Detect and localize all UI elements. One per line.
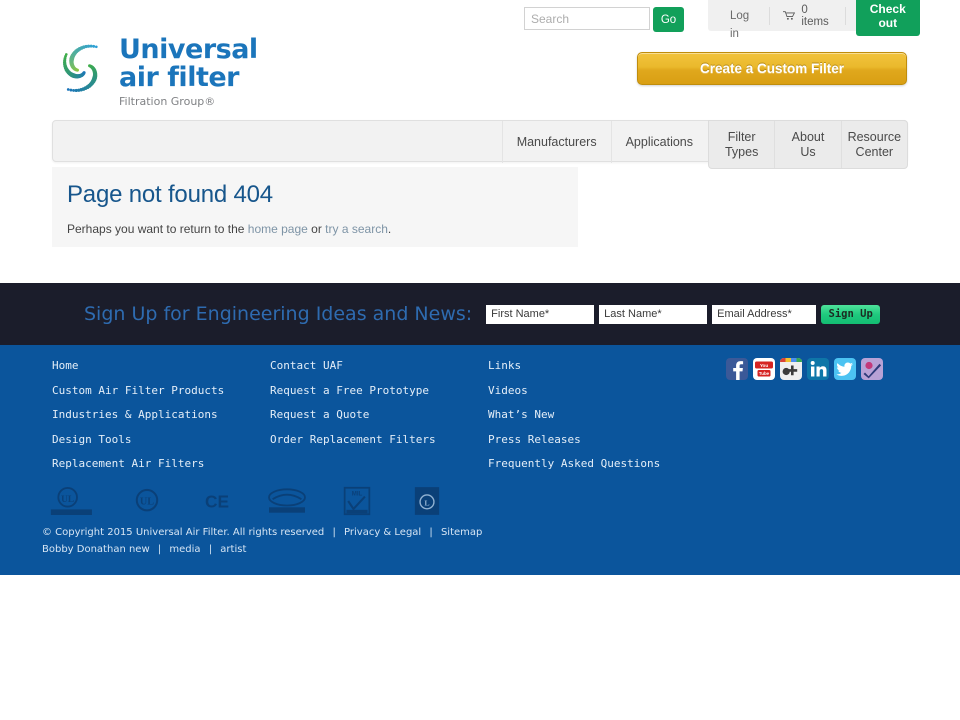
ce-mark-icon: CE xyxy=(182,482,252,520)
logo-line-2: air filter xyxy=(119,62,239,93)
page-title: Page not found 404 xyxy=(67,181,273,208)
footer-link-design-tools[interactable]: Design Tools xyxy=(52,433,270,446)
newsletter-form: Sign Up xyxy=(486,304,881,324)
cart-icon xyxy=(783,11,796,20)
nafa-icon xyxy=(252,482,322,520)
copyright-text: © Copyright 2015 Universal Air Filter. A… xyxy=(42,527,325,538)
footer-column-3: Links Videos What’s New Press Releases F… xyxy=(488,359,706,482)
footer-link-free-prototype[interactable]: Request a Free Prototype xyxy=(270,384,488,397)
mil-spec-icon: MIL xyxy=(322,482,392,520)
main-content-panel: Page not found 404 Perhaps you want to r… xyxy=(52,167,578,247)
login-link[interactable]: Log in xyxy=(716,6,771,40)
footer-link-contact[interactable]: Contact UAF xyxy=(270,359,488,372)
ul-listed-icon: UL xyxy=(112,482,182,520)
nav-item-manufacturers[interactable]: Manufacturers xyxy=(501,121,611,163)
footer-link-replacement[interactable]: Replacement Air Filters xyxy=(52,457,270,470)
legal-separator-1: | xyxy=(332,527,336,538)
svg-text:CE: CE xyxy=(205,491,229,511)
email-input[interactable] xyxy=(712,304,817,324)
nav-item-filter-types[interactable]: Filter Types xyxy=(709,121,774,168)
footer-link-industries[interactable]: Industries & Applications xyxy=(52,408,270,421)
sitemap-link[interactable]: Sitemap xyxy=(441,527,482,538)
last-name-input[interactable] xyxy=(599,304,708,324)
googleplus-icon[interactable] xyxy=(780,358,802,380)
footer-link-request-quote[interactable]: Request a Quote xyxy=(270,408,488,421)
account-bar: Log in 0 items Check out xyxy=(708,0,920,40)
page-root: Go Log in 0 items Check out Universal ai… xyxy=(0,0,960,720)
svg-text:UL: UL xyxy=(140,496,154,507)
logo-subtitle: Filtration Group® xyxy=(119,95,216,108)
create-custom-filter-button[interactable]: Create a Custom Filter xyxy=(637,52,907,85)
not-found-message: Perhaps you want to return to the home p… xyxy=(67,222,563,236)
credit-media-link[interactable]: media xyxy=(169,544,200,555)
twitter-icon[interactable] xyxy=(834,358,856,380)
nav-resource-center-line1: Resource xyxy=(847,129,902,144)
footer-column-2: Contact UAF Request a Free Prototype Req… xyxy=(270,359,488,482)
footer-link-order-filters[interactable]: Order Replacement Filters xyxy=(270,433,488,446)
checkout-button[interactable]: Check out xyxy=(855,0,920,36)
social-icon-row: You Tube xyxy=(726,358,883,380)
legal-separator-2: | xyxy=(429,527,433,538)
newsletter-signup-button[interactable]: Sign Up xyxy=(821,304,881,324)
eu-rohs-icon: L xyxy=(392,482,462,520)
search-form: Go xyxy=(524,7,684,32)
svg-text:MIL: MIL xyxy=(352,491,363,498)
certification-logo-row: UL UL CE MIL L xyxy=(42,481,462,521)
footer-link-links[interactable]: Links xyxy=(488,359,706,372)
credit-name-link[interactable]: Bobby Donathan new xyxy=(42,544,150,555)
logo-line-1: Universal xyxy=(119,34,258,65)
nav-item-resource-center[interactable]: Resource Center xyxy=(840,121,907,168)
try-a-search-link[interactable]: try a search xyxy=(325,222,388,236)
search-go-button[interactable]: Go xyxy=(653,7,684,32)
svg-text:L: L xyxy=(424,498,429,507)
svg-text:You: You xyxy=(760,363,769,368)
linkedin-icon[interactable] xyxy=(807,358,829,380)
first-name-input[interactable] xyxy=(486,304,595,324)
credit-artist-link[interactable]: artist xyxy=(220,544,246,555)
nav-tall-group: Filter Types About Us Resource Center xyxy=(708,120,908,169)
credit-separator-2: | xyxy=(208,544,213,555)
search-input[interactable] xyxy=(524,7,650,30)
nav-filter-types-line1: Filter xyxy=(727,129,756,144)
message-text-middle: or xyxy=(307,222,326,236)
nav-item-about-us[interactable]: About Us xyxy=(774,121,840,168)
footer-link-whats-new[interactable]: What’s New xyxy=(488,408,706,421)
site-footer: Home Custom Air Filter Products Industri… xyxy=(0,345,960,575)
youtube-icon[interactable]: You Tube xyxy=(753,358,775,380)
site-logo[interactable]: Universal air filter Filtration Group® xyxy=(53,33,313,108)
footer-link-videos[interactable]: Videos xyxy=(488,384,706,397)
credit-separator-1: | xyxy=(157,544,162,555)
privacy-legal-link[interactable]: Privacy & Legal xyxy=(344,527,421,538)
message-text-before: Perhaps you want to return to the xyxy=(67,222,248,236)
footer-link-faq[interactable]: Frequently Asked Questions xyxy=(488,457,706,470)
nav-about-us-line2: Us xyxy=(800,144,816,159)
footer-link-press-releases[interactable]: Press Releases xyxy=(488,433,706,446)
nav-resource-center-line2: Center xyxy=(855,144,894,159)
nav-about-us-line1: About xyxy=(791,129,825,144)
cart-count-label: 0 items xyxy=(801,3,829,28)
facebook-icon[interactable] xyxy=(726,358,748,380)
footer-link-custom-products[interactable]: Custom Air Filter Products xyxy=(52,384,270,397)
newsletter-signup-band: Sign Up for Engineering Ideas and News: … xyxy=(0,283,960,345)
footer-link-home[interactable]: Home xyxy=(52,359,270,372)
svg-text:UL: UL xyxy=(61,495,74,505)
footer-link-columns: Home Custom Air Filter Products Industri… xyxy=(52,359,706,482)
message-text-after: . xyxy=(387,222,392,236)
nav-item-applications[interactable]: Applications xyxy=(610,121,707,163)
home-page-link[interactable]: home page xyxy=(248,222,308,236)
legal-line-1: © Copyright 2015 Universal Air Filter. A… xyxy=(42,524,482,541)
cart-link[interactable]: 0 items xyxy=(770,3,846,28)
footer-column-1: Home Custom Air Filter Products Industri… xyxy=(52,359,270,482)
delicious-icon[interactable] xyxy=(861,358,883,380)
logo-wordmark: Universal air filter Filtration Group® xyxy=(119,36,258,108)
legal-text: © Copyright 2015 Universal Air Filter. A… xyxy=(42,524,482,558)
uaf-swirl-icon xyxy=(62,44,98,93)
legal-line-2: Bobby Donathan new | media | artist xyxy=(42,541,482,558)
nav-filter-types-line2: Types xyxy=(724,144,759,159)
svg-text:Tube: Tube xyxy=(759,371,770,376)
ul-recognized-icon: UL xyxy=(42,482,112,520)
newsletter-title: Sign Up for Engineering Ideas and News: xyxy=(84,303,473,325)
